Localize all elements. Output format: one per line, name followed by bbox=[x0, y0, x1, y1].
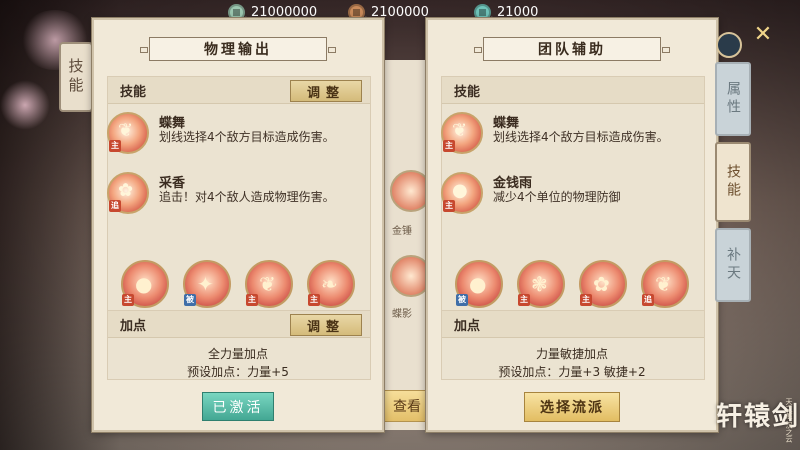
skills-section-header: 技能 调整 bbox=[108, 77, 370, 104]
chase-tag-icon: 追 bbox=[109, 200, 121, 212]
peek-label: 金锤 bbox=[392, 226, 412, 237]
panel-physical-output: 物理输出 技能 调整 ❦ 主 蝶舞 划线选择4个敌方目标造成伤害。 ✿ 追 采香… bbox=[92, 18, 384, 432]
points-description: 全力量加点 bbox=[207, 347, 268, 361]
tab-skills-left[interactable]: 技能 bbox=[59, 42, 93, 112]
peek-label: 蝶影 bbox=[392, 309, 412, 320]
skill-item[interactable]: ✿ 追 采香 追击！对4个敌人造成物理伤害。 bbox=[107, 172, 347, 224]
skill-item[interactable]: ❦ 主 蝶舞 划线选择4个敌方目标造成伤害。 bbox=[107, 112, 347, 164]
adjust-skills-button[interactable]: 调整 bbox=[290, 80, 362, 102]
skill-item[interactable]: ❦ 主 蝶舞 划线选择4个敌方目标造成伤害。 bbox=[441, 112, 681, 164]
view-button[interactable]: 查看 bbox=[384, 390, 430, 422]
tab-butian[interactable]: 补天 bbox=[715, 228, 751, 302]
skills-label: 技能 bbox=[454, 85, 481, 100]
points-preset: 预设加点：力量+5 bbox=[187, 365, 289, 379]
skill-icon-row: ● 主 ✦ 被 ❦ 主 ❧ 主 bbox=[107, 260, 369, 308]
points-section-header: 加点 调整 bbox=[108, 311, 370, 338]
adjust-points-button[interactable]: 调整 bbox=[290, 314, 362, 336]
skills-section-header: 技能 bbox=[442, 77, 704, 104]
panel-title: 物理输出 bbox=[140, 37, 336, 61]
active-tag-icon: 主 bbox=[308, 294, 320, 306]
tab-attributes[interactable]: 属性 bbox=[715, 62, 751, 136]
background-card bbox=[380, 60, 427, 430]
skill-item[interactable]: ● 主 金钱雨 减少4个单位的物理防御 bbox=[441, 172, 681, 224]
skill-desc: 划线选择4个敌方目标造成伤害。 bbox=[493, 130, 669, 144]
passive-tag-icon: 被 bbox=[184, 294, 196, 306]
active-tag-icon: 主 bbox=[443, 140, 455, 152]
choose-school-button[interactable]: 选择流派 bbox=[524, 392, 620, 422]
compass-icon bbox=[716, 32, 742, 58]
active-tag-icon: 主 bbox=[580, 294, 592, 306]
close-icon[interactable]: ✕ bbox=[752, 24, 774, 46]
active-tag-icon: 主 bbox=[518, 294, 530, 306]
active-tag-icon: 主 bbox=[443, 200, 455, 212]
skill-icon-row: ● 被 ❃ 主 ✿ 主 ❦ 追 bbox=[441, 260, 703, 308]
panel-title: 团队辅助 bbox=[474, 37, 670, 61]
points-preset: 预设加点：力量+3 敏捷+2 bbox=[498, 365, 646, 379]
game-logo-subtitle: 天之痕·汉之云 bbox=[785, 398, 793, 443]
points-section-header: 加点 bbox=[442, 311, 704, 338]
activated-button[interactable]: 已激活 bbox=[202, 392, 274, 421]
chase-tag-icon: 追 bbox=[642, 294, 654, 306]
skills-label: 技能 bbox=[120, 85, 147, 100]
panel-team-support: 团队辅助 技能 ❦ 主 蝶舞 划线选择4个敌方目标造成伤害。 ● 主 金钱雨 减… bbox=[426, 18, 718, 432]
active-tag-icon: 主 bbox=[122, 294, 134, 306]
active-tag-icon: 主 bbox=[109, 140, 121, 152]
passive-tag-icon: 被 bbox=[456, 294, 468, 306]
skill-desc: 减少4个单位的物理防御 bbox=[493, 190, 621, 204]
right-tab-column: 属性 技能 补天 bbox=[715, 62, 751, 308]
points-label: 加点 bbox=[454, 319, 481, 334]
active-tag-icon: 主 bbox=[246, 294, 258, 306]
skill-desc: 追击！对4个敌人造成物理伤害。 bbox=[159, 190, 335, 204]
points-label: 加点 bbox=[120, 319, 147, 334]
points-description: 力量敏捷加点 bbox=[535, 347, 608, 361]
tab-skills[interactable]: 技能 bbox=[715, 142, 751, 222]
skill-desc: 划线选择4个敌方目标造成伤害。 bbox=[159, 130, 335, 144]
